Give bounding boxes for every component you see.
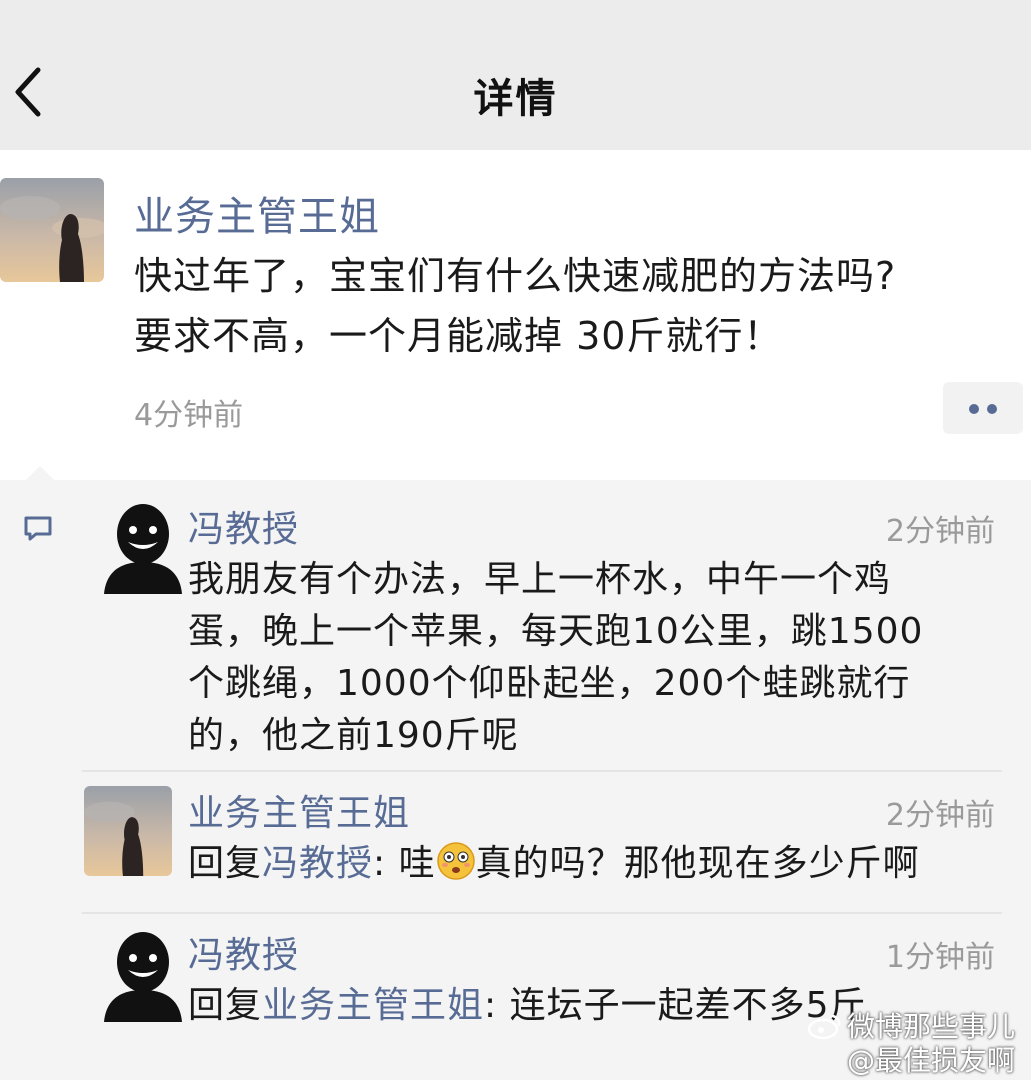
comment-author[interactable]: 冯教授 bbox=[188, 500, 299, 552]
comment-timestamp: 1分钟前 bbox=[885, 940, 995, 975]
comment-avatar[interactable] bbox=[100, 926, 186, 1022]
top-bar: 详情 bbox=[0, 0, 1031, 150]
comment-author[interactable]: 业务主管王姐 bbox=[188, 784, 410, 836]
watermark-line: 微博那些事儿 bbox=[846, 1010, 1015, 1043]
moment-post: 业务主管王姐 快过年了，宝宝们有什么快速减肥的方法吗? 要求不高，一个月能减掉 … bbox=[0, 150, 1031, 480]
astonished-face-emoji bbox=[436, 842, 475, 880]
comment-timestamp: 2分钟前 bbox=[885, 514, 995, 549]
post-timestamp: 4分钟前 bbox=[134, 398, 244, 433]
page-title: 详情 bbox=[473, 76, 558, 122]
comment-content: 回复业务主管王姐: 连坛子一起差不多5斤 bbox=[188, 980, 867, 1032]
weibo-logo-icon bbox=[807, 1014, 841, 1040]
dark-figure-avatar bbox=[104, 932, 182, 1022]
post-author-name[interactable]: 业务主管王姐 bbox=[134, 184, 380, 242]
comment-divider bbox=[82, 770, 1002, 772]
post-text-line: 要求不高，一个月能减掉 30斤就行！ bbox=[134, 314, 783, 358]
post-content: 快过年了，宝宝们有什么快速减肥的方法吗? 要求不高，一个月能减掉 30斤就行！ bbox=[134, 246, 1024, 366]
comments-section: 冯教授 2分钟前 我朋友有个办法，早上一杯水，中午一个鸡 蛋，晚上一个苹果，每天… bbox=[0, 466, 1031, 1080]
comment-timestamp: 2分钟前 bbox=[885, 798, 995, 833]
reply-text: 真的吗？那他现在多少斤啊 bbox=[475, 843, 920, 884]
comment-text-line: 我朋友有个办法，早上一杯水，中午一个鸡 bbox=[188, 559, 892, 600]
comment-text-line: 个跳绳，1000个仰卧起坐，200个蛙跳就行 bbox=[188, 663, 911, 704]
comment-pointer bbox=[26, 466, 54, 480]
reply-target-name[interactable]: 业务主管王姐 bbox=[262, 985, 484, 1026]
comment-avatar[interactable] bbox=[84, 786, 172, 876]
more-dots-icon bbox=[969, 404, 979, 414]
comment-avatar[interactable] bbox=[100, 498, 186, 594]
comment-content: 回复冯教授: 哇 真的吗？那他现在多少斤啊 bbox=[188, 838, 920, 890]
comment-text-line: 的，他之前190斤呢 bbox=[188, 715, 519, 756]
watermark: 微博那些事儿 @最佳损友啊 bbox=[807, 1010, 1015, 1078]
more-actions-button[interactable] bbox=[943, 382, 1023, 434]
comment-bubble-icon bbox=[24, 516, 52, 541]
avatar-photo bbox=[84, 786, 172, 876]
watermark-line: @最佳损友啊 bbox=[846, 1044, 1015, 1077]
comment-author[interactable]: 冯教授 bbox=[188, 926, 299, 978]
comment-text-line: 蛋，晚上一个苹果，每天跑10公里，跳1500 bbox=[188, 611, 924, 652]
comment-content: 我朋友有个办法，早上一杯水，中午一个鸡 蛋，晚上一个苹果，每天跑10公里，跳15… bbox=[188, 554, 923, 762]
post-text-line: 快过年了，宝宝们有什么快速减肥的方法吗? bbox=[134, 254, 897, 298]
dark-figure-avatar bbox=[104, 504, 182, 594]
avatar-photo bbox=[0, 178, 104, 282]
reply-target-name[interactable]: 冯教授 bbox=[262, 843, 373, 884]
reply-prefix: 回复 bbox=[188, 843, 263, 884]
post-author-avatar[interactable] bbox=[0, 178, 104, 282]
reply-text: : 哇 bbox=[373, 843, 436, 884]
more-dots-icon bbox=[987, 404, 997, 414]
reply-prefix: 回复 bbox=[188, 985, 263, 1026]
comment-divider bbox=[82, 912, 1002, 914]
